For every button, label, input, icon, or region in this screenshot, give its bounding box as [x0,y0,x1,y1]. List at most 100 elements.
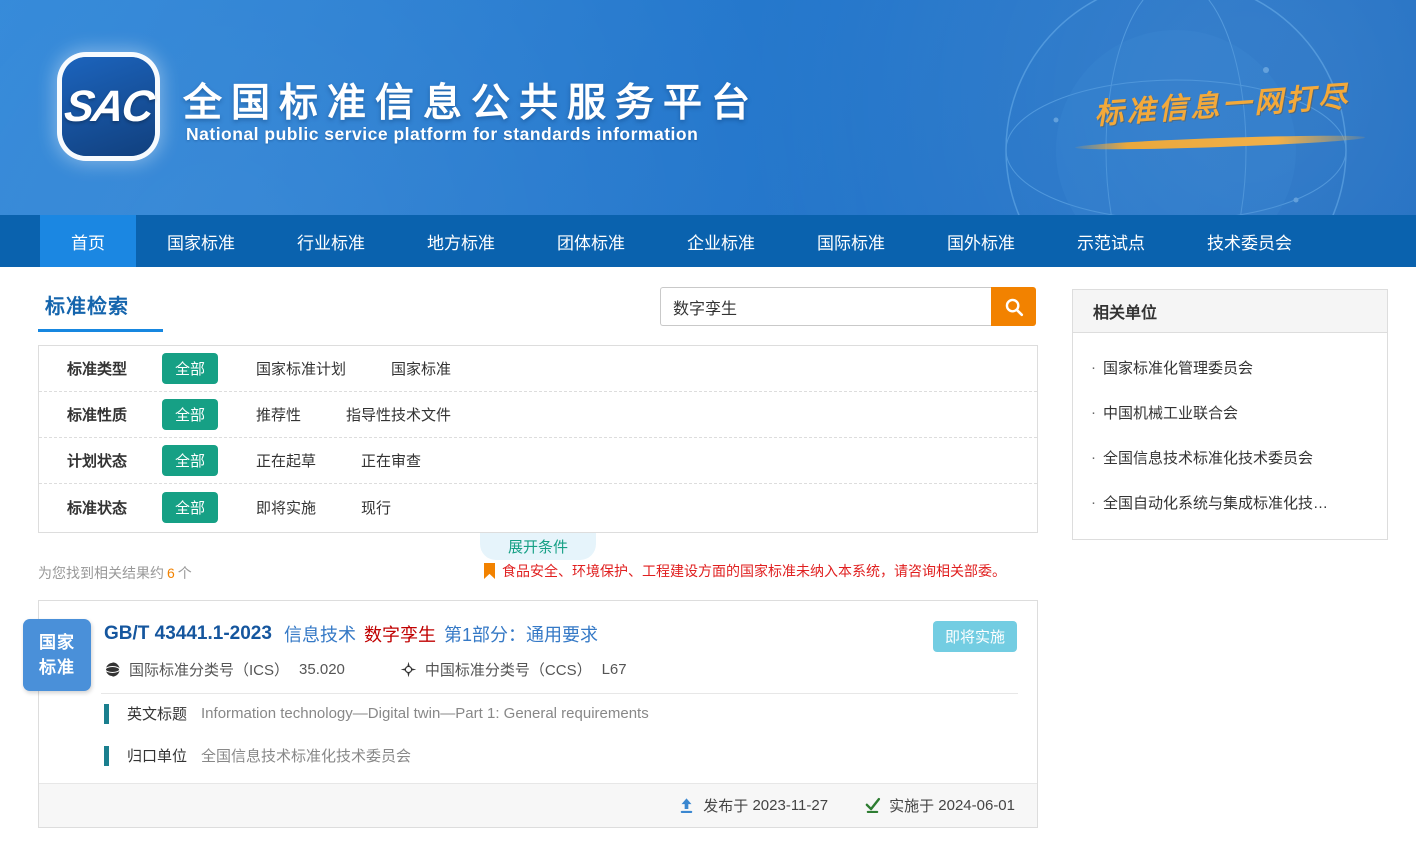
search-input[interactable] [660,287,991,326]
main-content: 标准检索 标准类型 全部 国家标准计划 国家标准 标准性质 全部 推荐性 指导性… [0,267,1416,845]
filter-option[interactable]: 国家标准 [391,358,451,379]
filter-option[interactable]: 国家标准计划 [256,358,346,379]
result-title[interactable]: GB/T 43441.1-2023 信息技术 数字孪生 第1部分：通用要求 [104,621,1019,647]
filter-row-standard-nature: 标准性质 全部 推荐性 指导性技术文件 [39,392,1037,438]
badge-line2: 标准 [39,655,75,680]
search-box [660,287,1036,326]
standard-type-badge: 国家 标准 [23,619,91,691]
sidebar-item-sac[interactable]: · 国家标准化管理委员会 [1073,345,1387,390]
summary-prefix: 为您找到相关结果约 [38,565,164,581]
title-post[interactable]: 第1部分：通用要求 [444,621,598,647]
bookmark-icon [484,563,495,579]
sidebar-item-it-standardization-committee[interactable]: · 全国信息技术标准化技术委员会 [1073,435,1387,480]
filter-option[interactable]: 指导性技术文件 [346,404,451,425]
nav-item-industry-standards[interactable]: 行业标准 [266,215,396,267]
publish-icon [678,797,695,814]
check-icon [864,797,881,814]
tab-standard-search[interactable]: 标准检索 [45,290,129,319]
tab-underline [38,329,163,332]
ics-meta: 国际标准分类号（ICS） 35.020 [104,659,345,680]
sidebar-item-machinery-federation[interactable]: ·中国机械工业联合会 [1073,390,1387,435]
compass-icon [400,661,417,678]
card-footer: 发布于 2023-11-27 实施于 2024-06-01 [39,783,1037,827]
filter-label: 标准类型 [67,358,162,379]
notice-text: 食品安全、环境保护、工程建设方面的国家标准未纳入本系统，请咨询相关部委。 [502,561,1006,581]
english-title-row: 英文标题 Information technology—Digital twin… [104,703,649,724]
filter-all-button[interactable]: 全部 [162,353,218,384]
filter-all-button[interactable]: 全部 [162,492,218,523]
filter-panel: 标准类型 全部 国家标准计划 国家标准 标准性质 全部 推荐性 指导性技术文件 … [38,345,1038,533]
implemented-label: 实施于 [889,795,934,816]
implemented-date: 实施于 2024-06-01 [864,795,1015,816]
filter-option[interactable]: 正在起草 [256,450,316,471]
title-highlight[interactable]: 数字孪生 [364,621,436,647]
implemented-value: 2024-06-01 [938,797,1015,814]
card-divider [101,693,1018,694]
nav-item-local-standards[interactable]: 地方标准 [396,215,526,267]
filter-label: 标准状态 [67,497,162,518]
info-value: Information technology—Digital twin—Part… [201,705,649,722]
results-summary: 为您找到相关结果约6个 [38,563,192,583]
bullet-dot: · [1091,449,1096,466]
related-units-list: ·国家标准化管理委员会 ·中国机械工业联合会 ·全国信息技术标准化技术委员会 ·… [1073,333,1387,539]
globe-icon [104,661,121,678]
bullet-dot: · [1091,359,1096,376]
filter-all-button[interactable]: 全部 [162,399,218,430]
ics-label: 国际标准分类号（ICS） [129,659,289,680]
sidebar-item-label: 国家标准化管理委员会 [1103,357,1253,378]
standard-code-link[interactable]: GB/T 43441.1-2023 [104,623,272,645]
nav-item-enterprise-standards[interactable]: 企业标准 [656,215,786,267]
related-units-panel: 相关单位 ·国家标准化管理委员会 ·中国机械工业联合会 ·全国信息技术标准化技术… [1072,289,1388,540]
nav-item-pilot[interactable]: 示范试点 [1046,215,1176,267]
bullet-dot: · [1091,494,1096,511]
filter-all-button[interactable]: 全部 [162,445,218,476]
filter-option[interactable]: 现行 [361,497,391,518]
nav-item-group-standards[interactable]: 团体标准 [526,215,656,267]
nav-item-home[interactable]: 首页 [40,215,136,267]
info-label: 英文标题 [127,703,187,724]
system-notice: 食品安全、环境保护、工程建设方面的国家标准未纳入本系统，请咨询相关部委。 [484,561,1006,581]
filter-label: 标准性质 [67,404,162,425]
result-card: 国家 标准 GB/T 43441.1-2023 信息技术 数字孪生 第1部分：通… [38,600,1038,828]
nav-item-technical-committee[interactable]: 技术委员会 [1176,215,1323,267]
sidebar-item-label: 全国信息技术标准化技术委员会 [1103,447,1313,468]
classification-meta: 国际标准分类号（ICS） 35.020 中国标准分类号（CCS） L67 [104,659,682,680]
nav-item-national-standards[interactable]: 国家标准 [136,215,266,267]
badge-line1: 国家 [39,630,75,655]
info-label: 归口单位 [127,745,187,766]
ics-value: 35.020 [299,661,345,678]
filter-row-plan-status: 计划状态 全部 正在起草 正在审查 [39,438,1037,484]
summary-count: 6 [167,565,175,581]
nav-item-international-standards[interactable]: 国际标准 [786,215,916,267]
sidebar-item-automation-systems-committee[interactable]: · 全国自动化系统与集成标准化技… [1073,480,1387,525]
summary-suffix: 个 [178,565,192,581]
row-accent-bar [104,746,109,766]
search-button[interactable] [991,287,1036,326]
site-subtitle: National public service platform for sta… [186,124,698,145]
filter-option[interactable]: 推荐性 [256,404,301,425]
site-header: SAC 全国标准信息公共服务平台 National public service… [0,0,1416,215]
nav-item-foreign-standards[interactable]: 国外标准 [916,215,1046,267]
filter-row-standard-status: 标准状态 全部 即将实施 现行 [39,484,1037,530]
sidebar-item-label: 全国自动化系统与集成标准化技… [1103,492,1328,513]
sac-logo[interactable]: SAC [62,57,155,156]
search-icon [1003,296,1025,318]
filter-option[interactable]: 即将实施 [256,497,316,518]
row-accent-bar [104,704,109,724]
sidebar-item-label: 中国机械工业联合会 [1103,402,1238,423]
published-label: 发布于 [703,795,748,816]
title-pre[interactable]: 信息技术 [284,621,356,647]
filter-option[interactable]: 正在审查 [361,450,421,471]
published-date: 发布于 2023-11-27 [678,795,828,816]
info-value: 全国信息技术标准化技术委员会 [201,745,411,766]
main-nav: 首页 国家标准 行业标准 地方标准 团体标准 企业标准 国际标准 国外标准 示范… [0,215,1416,267]
expand-conditions-button[interactable]: 展开条件 [480,533,596,560]
related-units-title: 相关单位 [1073,290,1387,333]
status-badge: 即将实施 [933,621,1017,652]
ccs-label: 中国标准分类号（CCS） [425,659,592,680]
filter-label: 计划状态 [67,450,162,471]
ccs-meta: 中国标准分类号（CCS） L67 [400,659,627,680]
filter-row-standard-type: 标准类型 全部 国家标准计划 国家标准 [39,346,1037,392]
ccs-value: L67 [602,661,627,678]
committee-row: 归口单位 全国信息技术标准化技术委员会 [104,745,411,766]
